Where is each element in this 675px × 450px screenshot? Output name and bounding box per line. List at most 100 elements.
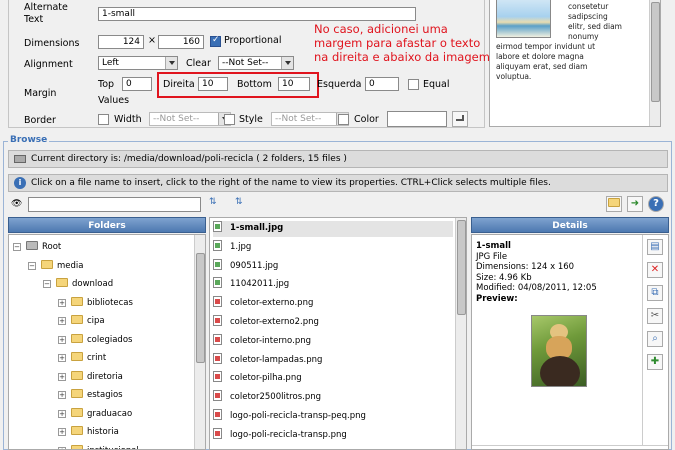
sort-folders-icon[interactable]: ⇅ [209,197,225,211]
border-width-checkbox[interactable] [98,114,109,125]
tree-item[interactable]: + diretoria [58,370,123,382]
alt-text-label: Alternate Text [24,2,68,25]
preview-line: labore et dolore magna [496,52,584,61]
tree-item[interactable]: + estagios [58,389,123,400]
expand-icon[interactable]: + [58,391,66,399]
file-name: coletor-externo.png [230,298,314,309]
add-file-button[interactable]: ✚ [647,354,663,370]
border-width-select[interactable]: --Not Set-- [149,112,231,126]
hint-text: Click on a file name to insert, click to… [31,178,551,188]
copy-icon: ⧉ [651,287,659,298]
proportional-checkbox[interactable] [210,35,221,47]
alignment-select[interactable]: Left [98,56,178,70]
expand-icon[interactable]: + [58,372,66,381]
folder-icon [41,259,53,269]
tree-item[interactable]: − Root [13,241,61,252]
expand-icon[interactable]: + [58,298,66,307]
delete-icon: ✕ [650,264,660,275]
folder-icon [71,370,83,380]
folder-icon [71,296,83,306]
annotation-line-2: margem para afastar o texto [314,36,481,50]
folder-icon [56,278,68,287]
tree-item-label: historia [87,427,119,437]
filter-input[interactable] [28,197,201,212]
file-item[interactable]: logo-poli-recicla-transp-peq.png [213,409,453,425]
expand-icon[interactable]: + [58,335,66,344]
magnifier-icon: ⌕ [652,333,658,344]
width-input[interactable]: 124 [98,35,144,49]
tree-item[interactable]: + graduacao [58,407,132,419]
view-button[interactable]: ⌕ [647,331,663,347]
equal-values-checkbox[interactable] [408,79,419,90]
tree-item[interactable]: + cipa [58,315,105,326]
clear-select[interactable]: --Not Set-- [218,56,294,70]
file-name: 090511.jpg [230,260,279,271]
expand-icon[interactable]: + [58,409,66,418]
expand-icon[interactable]: + [58,428,66,436]
folders-tree: − Root − media − download + bibliotecas + cipa + co… [8,234,206,450]
tree-item-label: media [57,260,84,271]
file-name: coletor-lampadas.png [230,354,323,365]
folders-header: Folders [8,217,206,233]
expand-icon[interactable]: + [58,317,66,325]
folders-scrollbar[interactable] [194,235,205,449]
delete-button[interactable]: ✕ [647,262,663,278]
sort-files-icon[interactable]: ⇅ [235,197,251,211]
help-button[interactable]: ? [648,196,664,212]
tree-item[interactable]: − media [28,259,84,271]
tree-item[interactable]: + crint [58,352,106,363]
copy-button[interactable]: ⧉ [647,285,663,301]
margin-left-label: Esquerda [317,79,362,90]
file-item[interactable]: 1-small.jpg [213,221,453,237]
folder-icon [71,352,83,361]
file-item[interactable]: coletor-externo.png [213,296,453,312]
expand-icon[interactable]: + [58,446,66,449]
file-item[interactable]: 11042011.jpg [213,277,453,293]
collapse-icon[interactable]: − [13,243,21,251]
tree-item[interactable]: + historia [58,426,119,437]
files-scrollbar[interactable] [455,218,466,449]
border-color-input[interactable] [387,111,447,127]
file-item[interactable]: coletor2500litros.png [213,390,453,406]
file-item[interactable]: logo-poli-recicla-transp.png [213,427,453,444]
file-item[interactable]: coletor-pilha.png [213,371,453,387]
annotation-line-1: No caso, adicionei uma [314,22,448,36]
annotation-text: No caso, adicionei uma margem para afast… [314,22,490,64]
tree-item[interactable]: + bibliotecas [58,296,133,308]
cut-button[interactable]: ✂ [647,308,663,324]
file-item[interactable]: coletor-interno.png [213,333,453,350]
height-input[interactable]: 160 [158,35,204,49]
tree-item[interactable]: − download [43,278,113,289]
upload-button[interactable]: ➜ [627,196,643,212]
file-item[interactable]: coletor-externo2.png [213,315,453,331]
border-style-checkbox[interactable] [224,114,235,125]
png-file-icon [213,315,222,326]
insert-button[interactable]: ▤ [647,239,663,255]
expand-icon[interactable]: + [58,354,66,362]
border-style-label: Style [239,114,263,125]
file-item[interactable]: 1.jpg [213,239,453,256]
new-folder-button[interactable] [606,196,622,212]
jpg-file-icon [213,239,222,251]
border-color-checkbox[interactable] [338,114,349,125]
margin-left-input[interactable]: 0 [365,77,399,91]
preview-scrollbar[interactable] [649,0,660,126]
browse-legend: Browse [8,135,50,145]
detail-size: Size: 4.96 Kb [476,272,532,283]
tree-item[interactable]: + colegiados [58,333,132,345]
margin-bottom-input[interactable]: 10 [278,77,310,91]
detail-modified: Modified: 04/08/2011, 12:05 [476,283,597,293]
collapse-icon[interactable]: − [43,280,51,288]
file-item[interactable]: coletor-lampadas.png [213,352,453,369]
png-file-icon [213,352,222,364]
details-toolbar-border [642,235,643,445]
alt-text-input[interactable]: 1-small [98,7,416,21]
margin-top-input[interactable]: 0 [122,77,152,91]
tree-item-label: download [72,279,114,289]
file-name: 1.jpg [230,241,252,252]
collapse-icon[interactable]: − [28,261,36,270]
file-item[interactable]: 090511.jpg [213,258,453,275]
color-picker-button[interactable] [452,111,468,127]
tree-item[interactable]: + institucional [58,444,139,449]
margin-right-input[interactable]: 10 [198,77,228,91]
